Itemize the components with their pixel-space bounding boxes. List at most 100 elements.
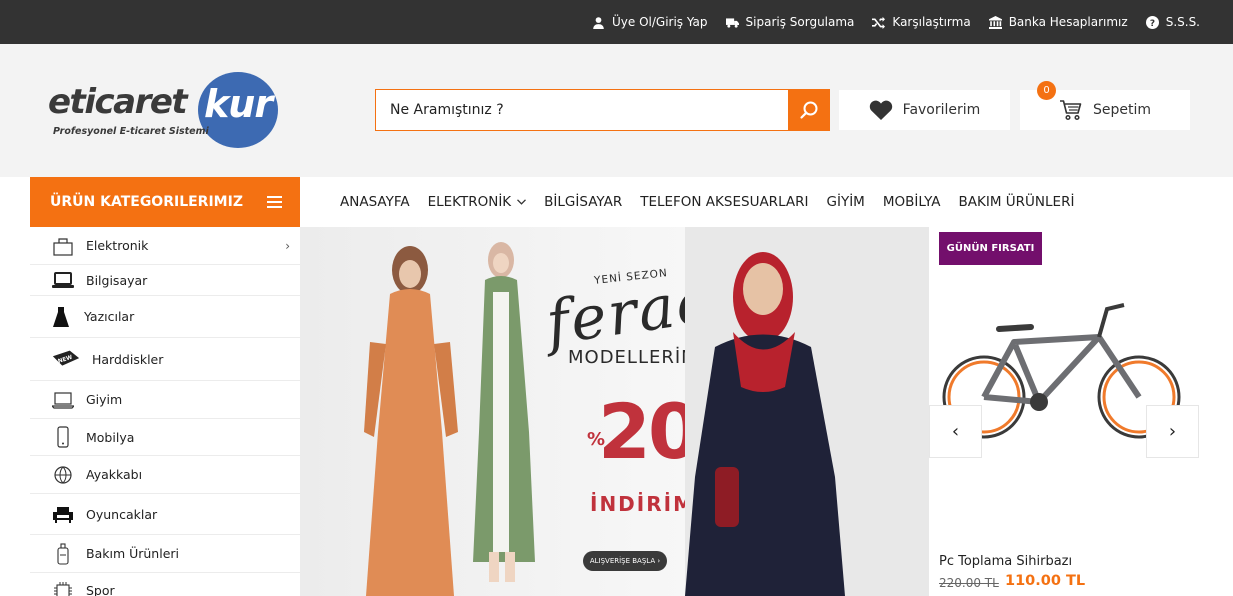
categories-title: ÜRÜN KATEGORILERIMIZ [50,194,243,210]
banner-shop-label: ALIŞVERİŞE BAŞLA › [589,557,661,565]
login-register-link[interactable]: Üye Ol/Giriş Yap [592,15,708,29]
sidebar-item-mobilya[interactable]: Mobilya [30,419,300,456]
menu-item-label: ANASAYFA [340,194,410,210]
banner-left-panel: YENİ SEZON ferace MODELLERİNDE % 20 İNDİ… [300,227,753,596]
model-figure-orange [364,246,458,596]
cart-label: Sepetim [1092,102,1152,118]
sidebar-item-giyim[interactable]: Giyim [30,381,300,419]
deal-new-price: 110.00 TL [1005,573,1086,589]
deal-of-the-day: GÜNÜN FIRSATI ‹ › Pc Toplama Sihirbazı 2… [929,227,1199,596]
deal-prev-button[interactable]: ‹ [929,405,982,458]
bottle-icon [50,541,76,567]
sidebar-item-label: Spor [86,583,115,596]
main-nav: ÜRÜN KATEGORILERIMIZ ANASAYFA ELEKTRONİK… [0,177,1233,227]
sidebar-item-spor[interactable]: Spor [30,573,300,596]
menu-item-label: MOBİLYA [882,194,941,210]
compare-label: Karşılaştırma [892,15,971,29]
dress-icon [48,304,74,330]
top-bar: Üye Ol/Giriş Yap Sipariş Sorgulama Karşı… [0,0,1233,44]
chevron-right-icon: › [1168,421,1177,442]
order-tracking-label: Sipariş Sorgulama [745,15,855,29]
banner-discount-text: İNDİRİM [590,492,695,516]
sidebar-item-label: Bilgisayar [86,272,148,288]
hero-banner[interactable]: YENİ SEZON ferace MODELLERİNDE % 20 İNDİ… [300,227,929,596]
compare-link[interactable]: Karşılaştırma [872,15,971,29]
menu-item-computers[interactable]: BİLGİSAYAR [544,194,622,210]
sidebar-item-label: Ayakkabı [86,467,143,482]
deal-product-name[interactable]: Pc Toplama Sihirbazı [939,554,1072,569]
menu-item-label: TELEFON AKSESUARLARI [640,194,809,210]
favorites-button[interactable]: Favorilerim [839,90,1010,130]
menu-item-care-products[interactable]: BAKIM ÜRÜNLERİ [959,194,1075,210]
deal-next-button[interactable]: › [1146,405,1199,458]
menu-item-home[interactable]: ANASAYFA [340,194,410,210]
user-icon [593,16,604,29]
logo-tagline: Profesyonel E-ticaret Sistemi [53,126,209,137]
deal-badge: GÜNÜN FIRSATI [939,232,1042,265]
banner-right-panel [685,227,929,596]
ball-icon [50,462,76,488]
question-icon: ? [1145,15,1159,29]
cart-button[interactable]: 0 Sepetim [1020,81,1190,130]
truck-icon [725,17,739,28]
sidebar-item-label: Yazıcılar [84,309,135,324]
faq-link[interactable]: ? S.S.S. [1145,15,1200,29]
armchair-icon [50,501,76,527]
bank-accounts-label: Banka Hesaplarımız [1008,15,1128,29]
favorites-label: Favorilerim [902,102,981,118]
banner-shop-button[interactable]: ALIŞVERİŞE BAŞLA › [583,551,667,571]
laptop-outline-icon [50,387,76,413]
sidebar-item-label: Harddiskler [92,351,164,367]
top-menu: ANASAYFA ELEKTRONİK BİLGİSAYAR TELEFON A… [340,177,1074,227]
login-register-label: Üye Ol/Giriş Yap [611,15,708,29]
sidebar-item-label: Mobilya [86,429,135,445]
order-tracking-link[interactable]: Sipariş Sorgulama [725,15,855,29]
search-button[interactable] [788,89,830,131]
sidebar-item-label: Oyuncaklar [86,506,158,522]
chevron-left-icon: ‹ [951,421,960,442]
phone-icon [50,424,76,450]
faq-label: S.S.S. [1165,15,1200,29]
header: eticaret kur Profesyonel E-ticaret Siste… [0,44,1233,177]
chevron-right-icon: › [285,238,290,253]
heart-icon [869,100,892,120]
cart-icon [1059,100,1082,121]
top-links: Üye Ol/Giriş Yap Sipariş Sorgulama Karşı… [592,0,1200,44]
laptop-icon [50,267,76,293]
chevron-down-icon [517,199,527,205]
search-icon [800,101,818,119]
sidebar-item-oyuncaklar[interactable]: Oyuncaklar [30,494,300,535]
sidebar-item-ayakkabi[interactable]: Ayakkabı [30,456,300,494]
menu-item-label: BAKIM ÜRÜNLERİ [958,194,1075,210]
menu-item-phone-accessories[interactable]: TELEFON AKSESUARLARI [640,194,808,210]
chip-icon [50,578,76,596]
model-figure-green [473,242,535,582]
logo-accent-text: kur [204,82,273,126]
sidebar-item-label: Bakım Ürünleri [86,546,180,561]
menu-item-electronics[interactable]: ELEKTRONİK [428,194,527,210]
site-logo[interactable]: eticaret kur Profesyonel E-ticaret Siste… [48,72,280,152]
search-box [375,89,830,131]
search-input[interactable] [376,90,789,130]
shuffle-icon [872,16,886,29]
new-tag-icon: NEW [50,346,82,372]
bank-accounts-link[interactable]: Banka Hesaplarımız [988,15,1128,29]
categories-toggle[interactable]: ÜRÜN KATEGORILERIMIZ [30,177,300,227]
sidebar-item-elektronik[interactable]: Elektronik › [30,227,300,265]
sidebar-item-label: Giyim [86,392,123,407]
sidebar-item-bakim-urunleri[interactable]: Bakım Ürünleri [30,535,300,573]
sidebar-item-harddiskler[interactable]: NEW Harddiskler [30,338,300,381]
sidebar-item-bilgisayar[interactable]: Bilgisayar [30,265,300,296]
cart-count-badge: 0 [1037,81,1056,100]
sidebar-item-label: Elektronik [86,238,149,253]
menu-item-label: GİYİM [826,194,865,210]
deal-badge-label: GÜNÜN FIRSATI [946,243,1035,254]
menu-item-label: ELEKTRONİK [427,194,512,210]
menu-item-clothing[interactable]: GİYİM [827,194,865,210]
sidebar-item-yazicilar[interactable]: Yazıcılar [30,296,300,338]
menu-item-label: BİLGİSAYAR [544,194,623,210]
bag-icon [50,233,76,259]
menu-item-furniture[interactable]: MOBİLYA [883,194,941,210]
deal-old-price: 220.00 TL [939,576,999,590]
category-sidebar: Elektronik › Bilgisayar Yazıcılar NEW Ha… [30,227,300,596]
